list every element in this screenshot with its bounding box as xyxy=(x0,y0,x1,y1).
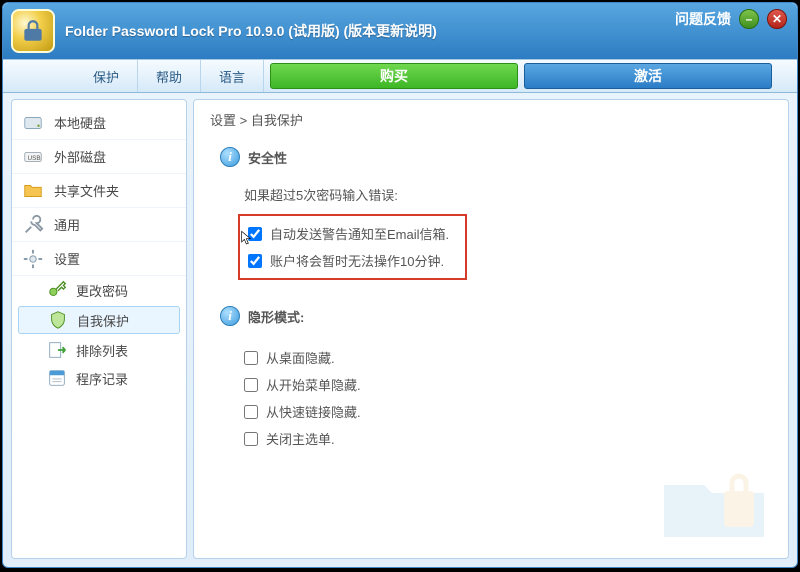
sidebar-item-shared-folders[interactable]: 共享文件夹 xyxy=(12,174,186,208)
sidebar-item-local-disk[interactable]: 本地硬盘 xyxy=(12,106,186,140)
watermark-icon xyxy=(654,445,774,548)
content-panel: 设置 > 自我保护 i 安全性 如果超过5次密码输入错误: 自动发送警告通知至E… xyxy=(193,99,789,559)
cursor-icon xyxy=(239,230,255,249)
sidebar-sub-self-protection[interactable]: 自我保护 xyxy=(18,306,180,334)
checkbox-close-mainmenu[interactable] xyxy=(244,432,258,446)
stealth-title: 隐形模式: xyxy=(248,307,304,326)
sidebar-sub-exclusion-list[interactable]: 排除列表 xyxy=(12,336,186,364)
toolbar-protect[interactable]: 保护 xyxy=(75,60,138,92)
feedback-link[interactable]: 问题反馈 xyxy=(675,9,731,29)
checkbox-hide-desktop[interactable] xyxy=(244,351,258,365)
info-icon: i xyxy=(220,147,240,167)
activate-button[interactable]: 激活 xyxy=(524,63,772,89)
sidebar-sub-program-log[interactable]: 程序记录 xyxy=(12,364,186,392)
sidebar: 本地硬盘 USB 外部磁盘 共享文件夹 通用 设置 更改密码 xyxy=(11,99,187,559)
info-icon: i xyxy=(220,306,240,326)
toolbar-language[interactable]: 语言 xyxy=(201,60,264,92)
security-section: i 安全性 如果超过5次密码输入错误: 自动发送警告通知至Email信箱. 账户… xyxy=(220,147,772,280)
sidebar-sub-label: 程序记录 xyxy=(76,369,128,388)
checkbox-account-lock[interactable] xyxy=(248,254,262,268)
sidebar-item-settings[interactable]: 设置 xyxy=(12,242,186,276)
window-title: Folder Password Lock Pro 10.9.0 (试用版) (版… xyxy=(65,21,437,41)
security-intro: 如果超过5次密码输入错误: xyxy=(220,185,772,204)
checkbox-hide-quicklaunch[interactable] xyxy=(244,405,258,419)
list-arrow-icon xyxy=(46,339,68,361)
tools-icon xyxy=(22,214,44,236)
checkbox-hide-startmenu[interactable] xyxy=(244,378,258,392)
folder-share-icon xyxy=(22,180,44,202)
breadcrumb: 设置 > 自我保护 xyxy=(210,110,772,129)
stealth-section: i 隐形模式: 从桌面隐藏. 从开始菜单隐藏. 从快速链接隐藏. 关 xyxy=(220,306,772,452)
close-button[interactable]: ✕ xyxy=(767,9,787,29)
option-label: 从开始菜单隐藏. xyxy=(266,375,361,394)
sidebar-item-external-disk[interactable]: USB 外部磁盘 xyxy=(12,140,186,174)
highlighted-checkbox-group: 自动发送警告通知至Email信箱. 账户将会暂时无法操作10分钟. xyxy=(238,214,467,280)
option-label: 自动发送警告通知至Email信箱. xyxy=(270,224,449,243)
sidebar-sub-label: 更改密码 xyxy=(76,281,128,300)
sidebar-item-general[interactable]: 通用 xyxy=(12,208,186,242)
gear-icon xyxy=(22,248,44,270)
buy-button[interactable]: 购买 xyxy=(270,63,518,89)
sidebar-sub-label: 自我保护 xyxy=(77,311,129,330)
security-title: 安全性 xyxy=(248,148,287,167)
sidebar-item-label: 共享文件夹 xyxy=(54,181,119,200)
toolbar-help[interactable]: 帮助 xyxy=(138,60,201,92)
option-label: 关闭主选单. xyxy=(266,429,335,448)
sidebar-sub-change-password[interactable]: 更改密码 xyxy=(12,276,186,304)
sidebar-item-label: 本地硬盘 xyxy=(54,113,106,132)
sidebar-item-label: 外部磁盘 xyxy=(54,147,106,166)
sidebar-item-label: 通用 xyxy=(54,215,80,234)
option-label: 账户将会暂时无法操作10分钟. xyxy=(270,251,444,270)
key-icon xyxy=(46,279,68,301)
sidebar-item-label: 设置 xyxy=(54,249,80,268)
option-label: 从快速链接隐藏. xyxy=(266,402,361,421)
shield-icon xyxy=(47,309,69,331)
log-icon xyxy=(46,367,68,389)
svg-text:USB: USB xyxy=(28,154,41,161)
option-label: 从桌面隐藏. xyxy=(266,348,335,367)
minimize-button[interactable]: – xyxy=(739,9,759,29)
toolbar: 保护 帮助 语言 购买 激活 xyxy=(3,59,797,93)
usb-icon: USB xyxy=(22,146,44,168)
disk-icon xyxy=(22,112,44,134)
app-icon xyxy=(11,9,55,53)
sidebar-sub-label: 排除列表 xyxy=(76,341,128,360)
